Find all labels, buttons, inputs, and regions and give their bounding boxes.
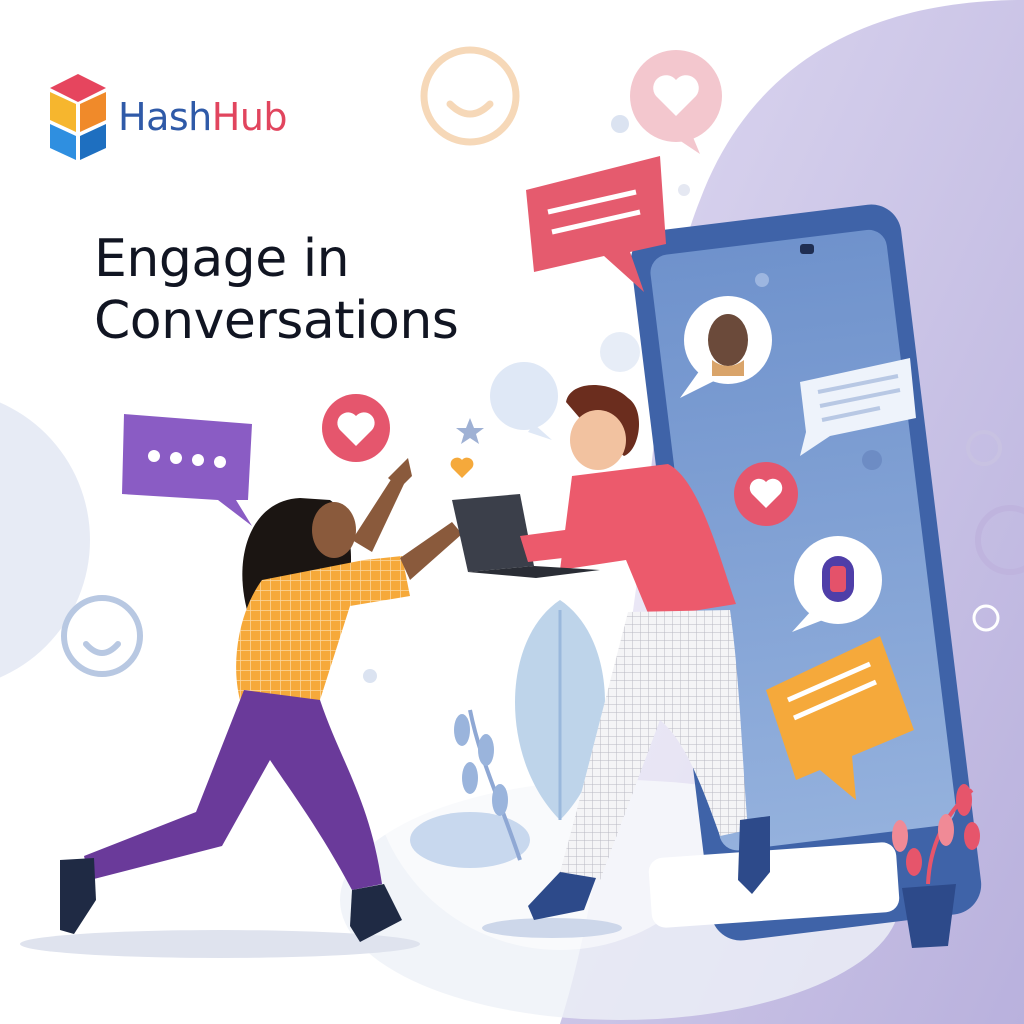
page-title-line1: Engage in <box>94 229 350 289</box>
dot-decoration <box>678 184 690 196</box>
star-icon <box>456 418 484 444</box>
smiley-blue-icon <box>61 595 143 677</box>
shadow <box>482 918 622 938</box>
logo-icon-spacer <box>46 74 106 160</box>
typing-bubble-icon <box>122 414 252 526</box>
light-chat-bubble-icon <box>490 362 558 440</box>
brand-name: HashHub <box>118 95 288 139</box>
page-title-line2: Conversations <box>94 291 459 351</box>
heart-bubble-icon <box>630 50 722 154</box>
dot-decoration <box>363 669 377 683</box>
brand-name-part2: Hub <box>211 95 288 139</box>
brand-logo: HashHub <box>46 74 288 160</box>
heart-badge-icon <box>734 462 798 526</box>
brand-name-part1: Hash <box>118 95 212 139</box>
laptop-icon <box>452 494 534 572</box>
bubble-decoration <box>600 332 640 372</box>
heart-bubble-red-icon <box>322 394 390 462</box>
smiley-icon <box>420 46 520 146</box>
small-heart-icon <box>450 457 474 478</box>
background-circle-left <box>0 402 90 678</box>
dot-decoration <box>611 115 629 133</box>
page-title: Engage in Conversations <box>94 228 459 352</box>
poster: HashHub Engage in Conversations <box>0 0 1024 1024</box>
